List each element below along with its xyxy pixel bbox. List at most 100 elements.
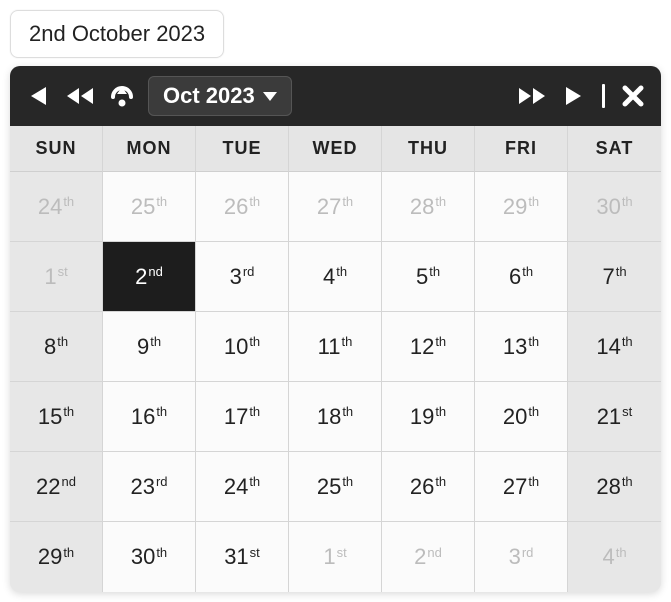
triangle-left-icon: [28, 85, 48, 107]
day-number: 24: [224, 474, 248, 500]
calendar-day-cell[interactable]: 7th: [568, 242, 661, 312]
caret-down-icon: [263, 92, 277, 101]
day-number: 26: [224, 194, 248, 220]
calendar-day-cell[interactable]: 30th: [103, 522, 196, 592]
day-number: 22: [36, 474, 60, 500]
calendar-day-cell[interactable]: 2nd: [382, 522, 475, 592]
day-ordinal: st: [250, 545, 260, 560]
calendar-day-cell[interactable]: 25th: [289, 452, 382, 522]
day-number: 17: [224, 404, 248, 430]
day-header: FRI: [475, 126, 568, 172]
prev-month-button[interactable]: [24, 82, 52, 110]
day-ordinal: th: [435, 194, 446, 209]
calendar-day-cell[interactable]: 15th: [10, 382, 103, 452]
calendar-day-cell[interactable]: 8th: [10, 312, 103, 382]
calendar-day-cell[interactable]: 23rd: [103, 452, 196, 522]
close-button[interactable]: [619, 82, 647, 110]
calendar-day-cell[interactable]: 17th: [196, 382, 289, 452]
calendar-day-cell[interactable]: 10th: [196, 312, 289, 382]
toolbar-separator: [602, 84, 605, 108]
calendar-day-cell[interactable]: 19th: [382, 382, 475, 452]
day-header: MON: [103, 126, 196, 172]
day-number: 23: [130, 474, 154, 500]
day-ordinal: th: [336, 264, 347, 279]
prev-year-button[interactable]: [66, 82, 94, 110]
day-number: 18: [317, 404, 341, 430]
day-ordinal: rd: [522, 545, 534, 560]
day-ordinal: th: [249, 194, 260, 209]
calendar-day-cell[interactable]: 24th: [10, 172, 103, 242]
day-header: THU: [382, 126, 475, 172]
calendar-day-cell[interactable]: 14th: [568, 312, 661, 382]
day-number: 27: [503, 474, 527, 500]
calendar-day-cell[interactable]: 21st: [568, 382, 661, 452]
day-ordinal: nd: [427, 545, 441, 560]
calendar-day-cell[interactable]: 12th: [382, 312, 475, 382]
calendar-day-cell[interactable]: 25th: [103, 172, 196, 242]
day-ordinal: th: [249, 404, 260, 419]
day-number: 5: [416, 264, 428, 290]
calendar-day-cell[interactable]: 29th: [10, 522, 103, 592]
day-number: 11: [318, 334, 341, 360]
day-number: 9: [137, 334, 149, 360]
calendar-day-cell[interactable]: 31st: [196, 522, 289, 592]
next-month-button[interactable]: [560, 82, 588, 110]
calendar-day-cell[interactable]: 11th: [289, 312, 382, 382]
calendar-toolbar: Oct 2023: [10, 66, 661, 126]
calendar-day-cell[interactable]: 18th: [289, 382, 382, 452]
calendar-day-cell[interactable]: 13th: [475, 312, 568, 382]
calendar-day-cell[interactable]: 28th: [382, 172, 475, 242]
calendar-day-cell[interactable]: 28th: [568, 452, 661, 522]
day-number: 1: [323, 544, 335, 570]
day-ordinal: th: [63, 404, 74, 419]
day-number: 29: [38, 544, 62, 570]
day-ordinal: th: [622, 334, 633, 349]
day-number: 19: [410, 404, 434, 430]
day-ordinal: th: [156, 404, 167, 419]
day-number: 25: [131, 194, 155, 220]
day-ordinal: th: [249, 334, 260, 349]
day-ordinal: st: [622, 404, 632, 419]
day-number: 15: [38, 404, 62, 430]
day-ordinal: th: [435, 474, 446, 489]
day-number: 16: [131, 404, 155, 430]
calendar-day-cell[interactable]: 6th: [475, 242, 568, 312]
day-number: 3: [230, 264, 242, 290]
day-ordinal: th: [63, 194, 74, 209]
day-number: 14: [596, 334, 620, 360]
day-number: 2: [414, 544, 426, 570]
calendar-day-cell[interactable]: 1st: [10, 242, 103, 312]
calendar-day-cell[interactable]: 22nd: [10, 452, 103, 522]
triangle-right-icon: [564, 85, 584, 107]
calendar-day-cell[interactable]: 27th: [289, 172, 382, 242]
calendar-day-cell[interactable]: 3rd: [475, 522, 568, 592]
calendar-day-cell[interactable]: 2nd: [103, 242, 196, 312]
calendar-day-cell[interactable]: 9th: [103, 312, 196, 382]
calendar-day-cell[interactable]: 3rd: [196, 242, 289, 312]
calendar-day-cell[interactable]: 1st: [289, 522, 382, 592]
calendar-day-cell[interactable]: 26th: [196, 172, 289, 242]
calendar-day-cell[interactable]: 16th: [103, 382, 196, 452]
close-icon: [621, 84, 645, 108]
calendar-day-cell[interactable]: 4th: [568, 522, 661, 592]
day-ordinal: st: [337, 545, 347, 560]
day-ordinal: th: [528, 334, 539, 349]
calendar-day-cell[interactable]: 26th: [382, 452, 475, 522]
calendar-day-cell[interactable]: 4th: [289, 242, 382, 312]
calendar-day-cell[interactable]: 27th: [475, 452, 568, 522]
day-number: 7: [602, 264, 614, 290]
next-year-button[interactable]: [518, 82, 546, 110]
calendar-day-cell[interactable]: 29th: [475, 172, 568, 242]
calendar-day-cell[interactable]: 5th: [382, 242, 475, 312]
double-triangle-right-icon: [518, 85, 546, 107]
month-selector-button[interactable]: Oct 2023: [148, 76, 292, 116]
day-ordinal: th: [342, 334, 353, 349]
calendar-day-cell[interactable]: 30th: [568, 172, 661, 242]
day-number: 30: [131, 544, 155, 570]
calendar-day-cell[interactable]: 24th: [196, 452, 289, 522]
day-number: 27: [317, 194, 341, 220]
today-button[interactable]: [108, 82, 136, 110]
day-number: 26: [410, 474, 434, 500]
day-number: 24: [38, 194, 62, 220]
calendar-day-cell[interactable]: 20th: [475, 382, 568, 452]
